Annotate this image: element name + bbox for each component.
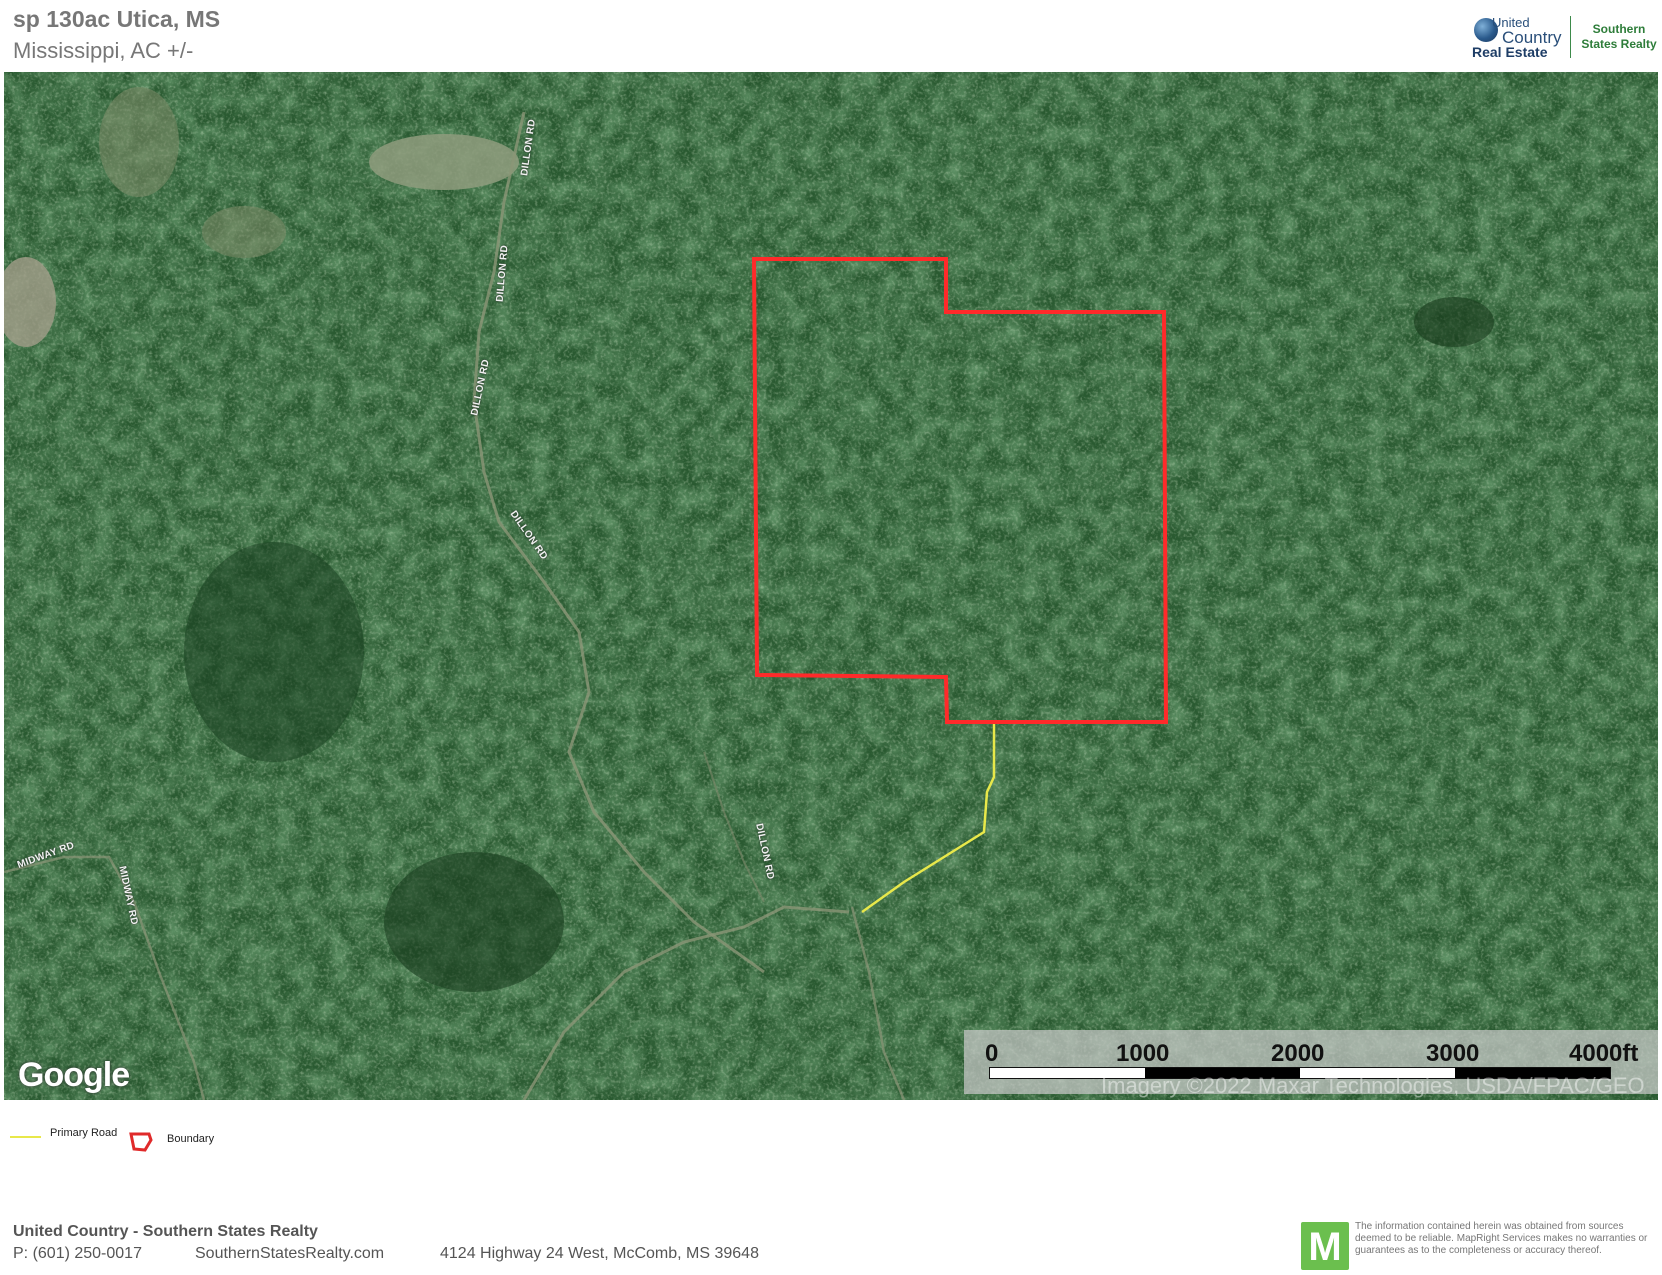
clearing-field-west-2 xyxy=(202,206,286,258)
logo-southern-word: Southern xyxy=(1592,22,1646,36)
map-canvas[interactable] xyxy=(4,72,1658,1100)
united-country-logo: United Country Real Estate Southern Stat… xyxy=(1470,14,1660,62)
legend-boundary-label: Boundary xyxy=(167,1133,215,1145)
scale-bar: 0 1000 2000 3000 4000ft Imagery ©2022 Maxar … xyxy=(964,1030,1658,1098)
page-subtitle: Mississippi, AC +/- xyxy=(13,38,194,63)
google-logo: Google xyxy=(18,1056,130,1094)
footer-disclaimer: The information contained herein was obt… xyxy=(1355,1221,1648,1256)
footer-company-name: United Country - Southern States Realty xyxy=(13,1223,318,1240)
boundary-icon xyxy=(129,1132,153,1152)
legend-primary-road-swatch xyxy=(10,1136,41,1138)
dark-pine-patch-3 xyxy=(1414,297,1494,347)
logo-states-realty-word: States Realty xyxy=(1581,37,1657,51)
satellite-map[interactable]: DILLON RD DILLON RD DILLON RD DILLON RD … xyxy=(4,72,1658,1100)
page-title: sp 130ac Utica, MS xyxy=(13,6,221,32)
scale-label: 0 xyxy=(985,1040,999,1067)
imagery-attribution: Imagery ©2022 Maxar Technologies, USDA/F… xyxy=(1101,1073,1645,1098)
scale-label: 2000 xyxy=(1271,1040,1325,1067)
logo-real-estate-text: Real Estate xyxy=(1472,44,1548,60)
footer-address: 4124 Highway 24 West, McComb, MS 39648 xyxy=(440,1245,759,1262)
scale-label: 4000ft xyxy=(1569,1040,1639,1067)
footer-website[interactable]: SouthernStatesRealty.com xyxy=(195,1245,384,1263)
logo-southern-states-text: Southern States Realty xyxy=(1578,22,1660,52)
clearing-field-north xyxy=(369,134,519,190)
scale-label: 3000 xyxy=(1426,1040,1480,1067)
dark-pine-patch-2 xyxy=(384,852,564,992)
dark-pine-patch-1 xyxy=(184,542,364,762)
scale-label: 1000 xyxy=(1116,1040,1170,1067)
logo-divider xyxy=(1570,16,1571,58)
mapright-logo: M xyxy=(1301,1222,1349,1270)
legend-primary-road-label: Primary Road xyxy=(50,1127,118,1139)
footer-phone: P: (601) 250-0017 xyxy=(13,1245,142,1262)
map-legend: Primary Road Boundary xyxy=(10,1125,410,1155)
clearing-field-northwest xyxy=(99,87,179,197)
